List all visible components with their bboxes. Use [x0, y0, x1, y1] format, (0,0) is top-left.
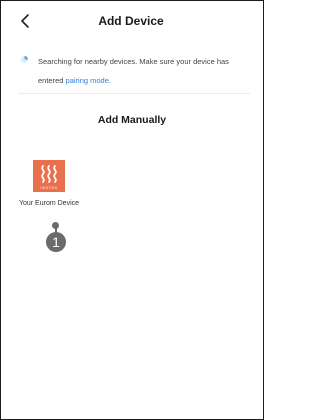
- pairing-mode-link[interactable]: pairing mode: [66, 76, 109, 85]
- device-name: Your Eurom Device: [18, 200, 80, 207]
- header-bar: Add Device: [0, 0, 262, 42]
- callout-pointer: [52, 222, 59, 229]
- spinner-icon: [20, 55, 29, 64]
- search-message-end: .: [108, 76, 111, 85]
- search-message: Searching for nearby devices. Make sure …: [38, 52, 256, 90]
- callout-number-badge: 1: [46, 232, 66, 252]
- divider: [18, 93, 250, 94]
- heating-icon-label: HEATING: [40, 186, 58, 190]
- device-icon-tile: HEATING: [33, 160, 65, 192]
- section-title-add-manually: Add Manually: [97, 114, 167, 126]
- page-title: Add Device: [98, 14, 164, 28]
